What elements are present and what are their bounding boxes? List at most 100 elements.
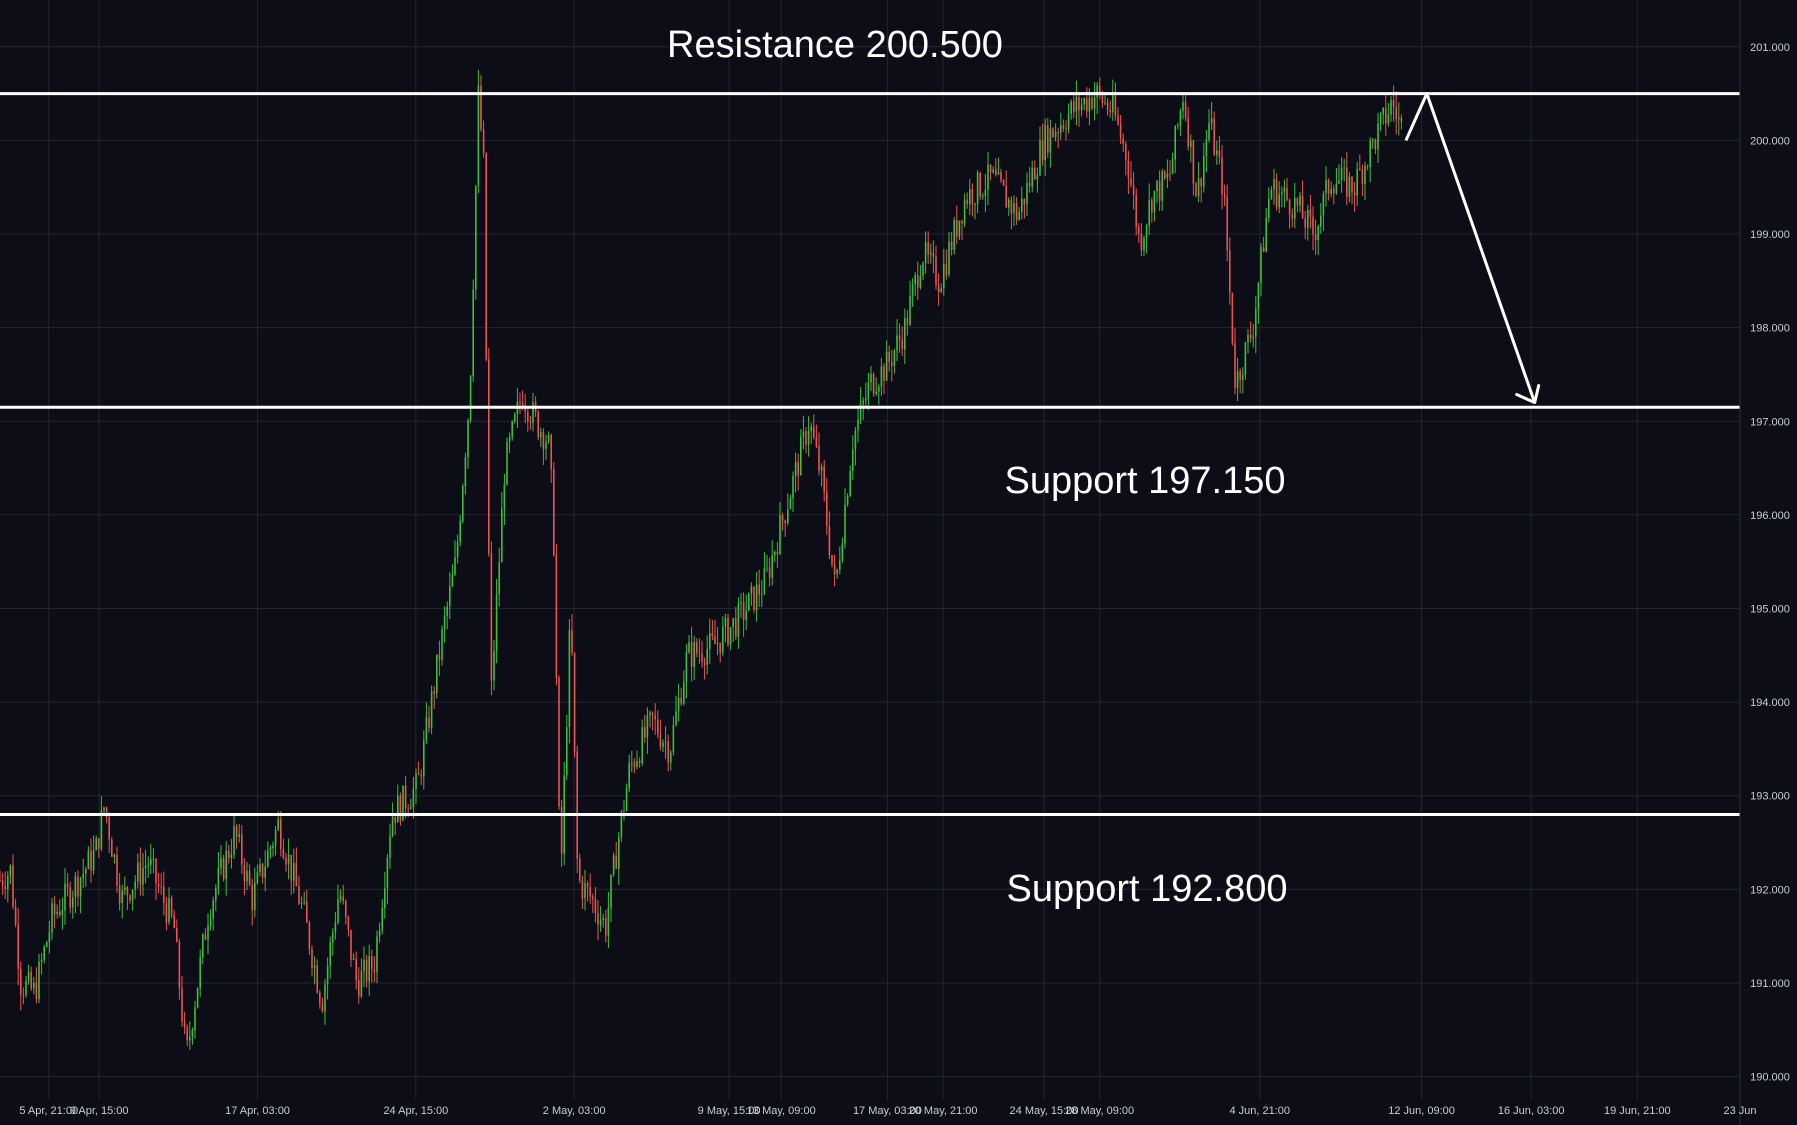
candle-body xyxy=(852,449,854,471)
candle-body xyxy=(810,426,812,431)
candle-body xyxy=(79,878,82,897)
candle-body xyxy=(571,629,573,653)
candle-body xyxy=(1330,188,1332,194)
candle-body xyxy=(498,562,500,595)
candle-body xyxy=(976,172,979,204)
candle-body xyxy=(716,642,719,644)
candle-body xyxy=(475,186,477,290)
price-axis[interactable]: 190.000 191.000 192.000 193.000 194.000 195.0… xyxy=(1739,0,1797,1125)
candle-body xyxy=(308,922,311,950)
candle-body xyxy=(490,553,493,681)
candle-body xyxy=(181,988,183,1022)
candle-body xyxy=(319,992,321,1004)
candle-body xyxy=(1288,199,1291,215)
candle-body xyxy=(1013,202,1015,214)
candle-body xyxy=(807,430,810,445)
candle-body xyxy=(693,642,695,667)
candle-body xyxy=(631,762,633,764)
candle-body xyxy=(823,466,825,493)
candle-body xyxy=(995,169,997,175)
candle-body xyxy=(425,717,428,741)
candle-body xyxy=(649,712,651,716)
candle-body xyxy=(1164,171,1166,179)
y-tick-label: 200.000 xyxy=(1750,135,1790,147)
candle-body xyxy=(1169,173,1171,175)
candle-body xyxy=(527,411,529,422)
level-annotation: Support 197.150 xyxy=(1004,460,1285,502)
chart-area[interactable]: 200.500197.150192.800 Resistance 200.500… xyxy=(0,0,1797,1125)
candle-body xyxy=(92,850,95,871)
candle-body xyxy=(264,866,266,878)
candle-body xyxy=(1062,125,1065,129)
candle-body xyxy=(573,652,576,752)
candle-body xyxy=(246,870,248,882)
candle-body xyxy=(1052,128,1054,138)
candle-body xyxy=(1301,195,1304,219)
candle-body xyxy=(1400,117,1403,122)
candle-body xyxy=(7,875,9,890)
level-annotation: Resistance 200.500 xyxy=(667,24,1003,66)
candle-body xyxy=(209,918,212,926)
candle-body xyxy=(56,911,58,915)
candle-body xyxy=(1057,132,1059,134)
candle-body xyxy=(306,901,308,923)
candle-body xyxy=(230,854,233,859)
candle-body xyxy=(1171,159,1174,174)
candle-body xyxy=(755,584,758,611)
candle-body xyxy=(1203,156,1205,187)
candle-body xyxy=(98,838,100,849)
candle-body xyxy=(815,437,818,446)
candle-body xyxy=(27,972,30,981)
candle-body xyxy=(449,586,451,607)
candle-body xyxy=(446,606,448,616)
candle-body xyxy=(225,850,227,880)
candle-body xyxy=(758,584,760,595)
candle-body xyxy=(204,934,207,940)
candle-body xyxy=(745,610,747,621)
candle-body xyxy=(896,335,898,351)
candle-body xyxy=(1364,166,1366,185)
candle-body xyxy=(982,195,984,197)
candle-body xyxy=(1060,125,1062,133)
candle-body xyxy=(1049,128,1052,153)
candle-body xyxy=(1158,180,1161,201)
candle-body xyxy=(25,980,27,995)
candle-body xyxy=(51,903,53,933)
candle-body xyxy=(160,886,162,888)
candle-body xyxy=(438,654,441,660)
candle-body xyxy=(1320,215,1322,227)
candle-body xyxy=(261,863,264,878)
candle-body xyxy=(163,886,165,904)
candle-body xyxy=(1015,202,1018,220)
candle-body xyxy=(607,907,610,936)
candle-body xyxy=(1197,178,1200,197)
candle-body xyxy=(597,913,599,925)
x-tick-label: 23 Jun xyxy=(1723,1105,1756,1117)
candle-body xyxy=(1257,283,1260,309)
candle-body xyxy=(1252,336,1254,339)
candle-body xyxy=(1398,117,1400,120)
candle-body xyxy=(997,171,1000,175)
candle-body xyxy=(1112,95,1114,113)
candle-body xyxy=(337,899,339,923)
candle-body xyxy=(443,615,446,630)
candle-body xyxy=(893,350,896,366)
candle-body xyxy=(1041,140,1044,161)
candle-body xyxy=(222,858,225,880)
candle-body xyxy=(690,642,693,667)
candle-body xyxy=(1088,97,1091,112)
candle-body xyxy=(940,288,942,293)
candle-body xyxy=(152,859,155,861)
price-chart[interactable]: 200.500197.150192.800 Resistance 200.500… xyxy=(0,0,1797,1125)
candle-body xyxy=(714,636,716,644)
candle-body xyxy=(989,164,992,173)
candle-body xyxy=(1234,342,1236,389)
time-axis[interactable]: 5 Apr, 21:009 Apr, 15:00 17 Apr, 03:00 24 … xyxy=(19,1105,1756,1117)
candle-body xyxy=(121,890,123,903)
candle-body xyxy=(1372,139,1374,142)
candle-body xyxy=(1091,97,1093,109)
candle-body xyxy=(1122,137,1124,144)
candle-body xyxy=(1117,115,1119,124)
candle-body xyxy=(1270,189,1273,199)
candle-body xyxy=(1065,128,1067,130)
